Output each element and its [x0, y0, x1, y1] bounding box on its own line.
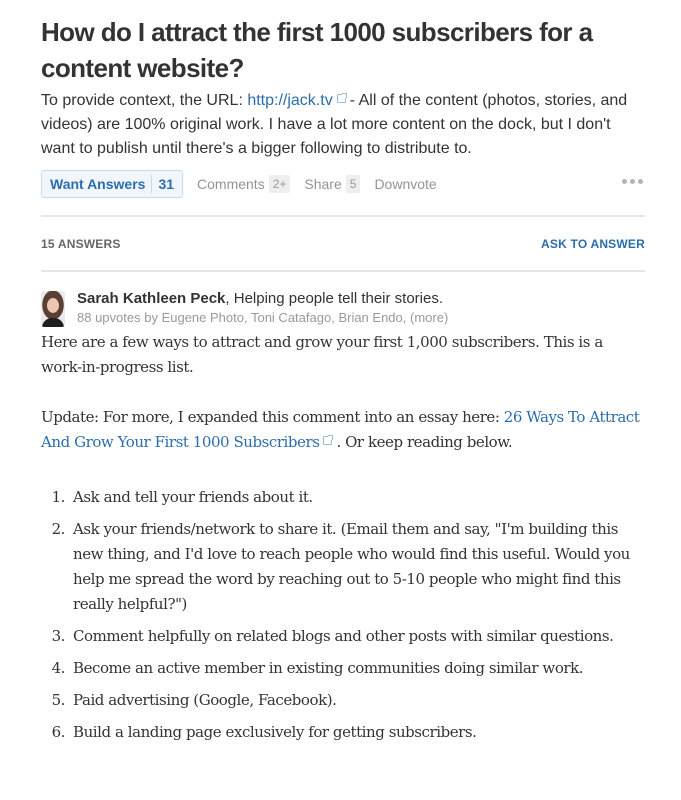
more-voters-link[interactable]: (more) — [410, 310, 448, 325]
avatar-face — [47, 298, 59, 313]
downvote-label: Downvote — [374, 176, 437, 192]
want-answers-count: 31 — [158, 176, 175, 192]
downvote-button[interactable]: Downvote — [374, 176, 436, 192]
list-item: 1. Ask and tell your friends about it. — [41, 485, 645, 510]
answer-list: 1. Ask and tell your friends about it. 2.… — [41, 485, 645, 745]
list-item: 5. Paid advertising (Google, Facebook). — [41, 688, 645, 713]
external-link-icon — [323, 435, 334, 445]
comments-button[interactable]: Comments 2+ — [197, 175, 291, 193]
voter-link[interactable]: Toni Catafago — [251, 310, 331, 325]
share-label: Share — [304, 176, 342, 192]
list-number: 3. — [51, 627, 66, 645]
answer-author: Sarah Kathleen Peck, Helping people tell… — [41, 289, 645, 329]
answer-intro: Here are a few ways to attract and grow … — [41, 333, 603, 376]
answer-body: Here are a few ways to attract and grow … — [41, 330, 645, 745]
list-text: Ask and tell your friends about it. — [73, 488, 313, 506]
dot — [622, 179, 627, 184]
separator: , — [243, 310, 251, 325]
author-info: Sarah Kathleen Peck, Helping people tell… — [77, 289, 448, 329]
list-number: 2. — [51, 520, 66, 538]
question-page: How do I attract the first 1000 subscrib… — [41, 0, 645, 752]
list-text: Become an active member in existing comm… — [73, 659, 584, 677]
list-number: 6. — [51, 723, 66, 741]
comments-count-badge: 2+ — [268, 175, 291, 193]
more-options-icon[interactable] — [622, 179, 643, 184]
share-button[interactable]: Share 5 — [304, 175, 361, 193]
comments-label: Comments — [197, 176, 265, 192]
want-answers-button[interactable]: Want Answers 31 — [41, 170, 184, 198]
voter-link[interactable]: Eugene Photo — [162, 310, 244, 325]
question-details: To provide context, the URL: http://jack… — [41, 89, 645, 161]
voter-link[interactable]: Brian Endo — [338, 310, 402, 325]
dot — [638, 179, 643, 184]
update-text-before: Update: For more, I expanded this commen… — [41, 408, 504, 426]
list-text: Build a landing page exclusively for get… — [73, 723, 477, 741]
list-text: Ask your friends/network to share it. (E… — [73, 520, 630, 613]
list-item: 2. Ask your friends/network to share it. … — [41, 517, 645, 617]
ask-to-answer-link[interactable]: ASK TO ANSWER — [541, 237, 645, 251]
author-line: Sarah Kathleen Peck, Helping people tell… — [77, 289, 448, 309]
list-text: Paid advertising (Google, Facebook). — [73, 691, 337, 709]
details-url-link[interactable]: http://jack.tv — [247, 92, 332, 109]
divider — [41, 270, 645, 272]
list-number: 1. — [51, 488, 66, 506]
upvotes-line: 88 upvotes by Eugene Photo, Toni Catafag… — [77, 309, 448, 326]
list-text: Comment helpfully on related blogs and o… — [73, 627, 614, 645]
list-item: 6. Build a landing page exclusively for g… — [41, 720, 645, 745]
want-answers-divider — [151, 175, 153, 193]
dot — [630, 179, 635, 184]
author-bio: , Helping people tell their stories. — [225, 290, 444, 307]
want-answers-label: Want Answers — [50, 176, 146, 192]
avatar[interactable] — [41, 291, 65, 327]
list-item: 4. Become an active member in existing co… — [41, 656, 645, 681]
question-title: How do I attract the first 1000 subscrib… — [41, 17, 593, 83]
answer-update: Update: For more, I expanded this commen… — [41, 405, 645, 455]
details-text-before: To provide context, the URL: — [41, 92, 248, 109]
external-link-icon — [336, 93, 347, 103]
update-text-after: . Or keep reading below. — [336, 433, 513, 451]
list-number: 5. — [51, 691, 66, 709]
list-number: 4. — [51, 659, 66, 677]
list-item: 3. Comment helpfully on related blogs and… — [41, 624, 645, 649]
answers-header: 15 ANSWERS ASK TO ANSWER — [41, 217, 645, 270]
share-count-badge: 5 — [345, 175, 361, 193]
upvotes-count: 88 upvotes by — [77, 310, 162, 325]
answers-count: 15 ANSWERS — [41, 236, 121, 251]
author-name-link[interactable]: Sarah Kathleen Peck — [77, 290, 225, 307]
question-action-bar: Want Answers 31 Comments 2+ Share 5 Down… — [41, 169, 645, 199]
separator: , — [402, 310, 410, 325]
